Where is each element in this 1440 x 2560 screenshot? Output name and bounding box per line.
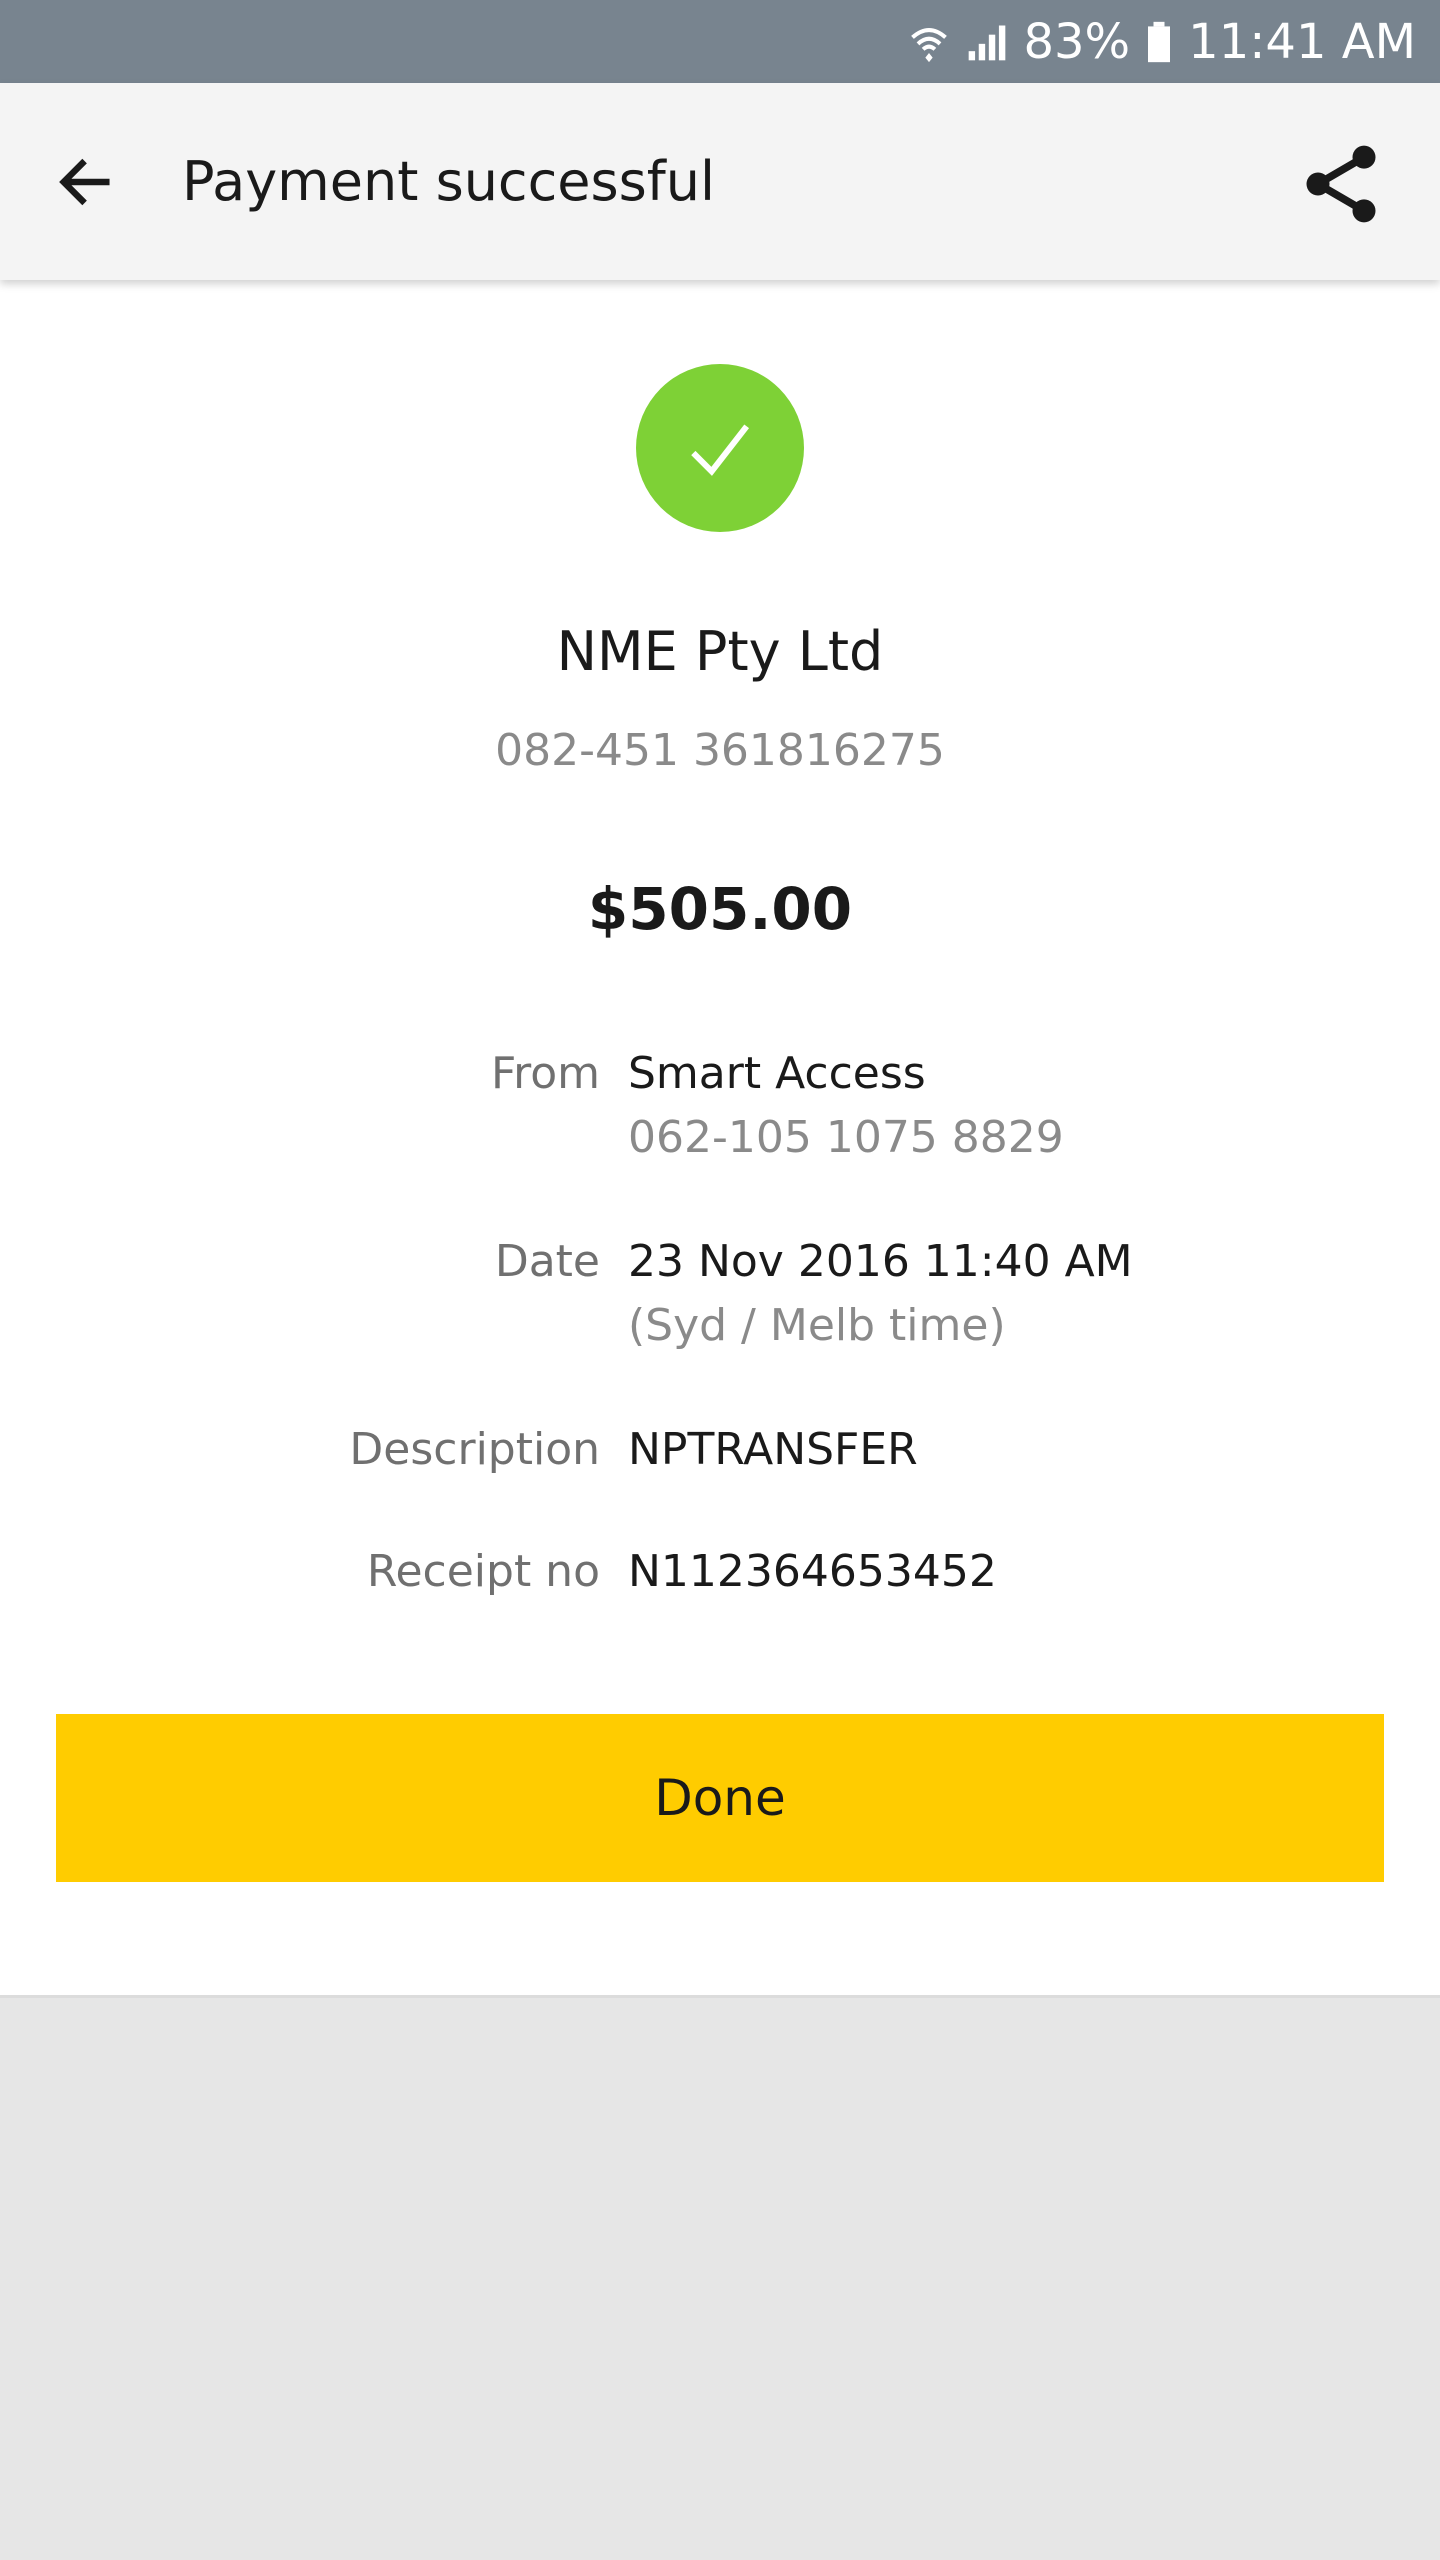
status-bar: 83% 11:41 AM xyxy=(0,0,1440,83)
share-button[interactable] xyxy=(1286,129,1396,239)
from-account-number: 062-105 1075 8829 xyxy=(628,1112,1064,1163)
share-icon xyxy=(1306,145,1376,223)
status-time: 11:41 AM xyxy=(1188,13,1416,70)
battery-percent: 83% xyxy=(1023,13,1131,70)
payee-name: NME Pty Ltd xyxy=(556,620,884,683)
page-title: Payment successful xyxy=(182,150,716,213)
app-bar: Payment successful xyxy=(0,83,1440,280)
from-account-name: Smart Access xyxy=(628,1048,926,1099)
status-indicators: 83% 11:41 AM xyxy=(907,0,1416,83)
receipt-label: Receipt no xyxy=(366,1546,600,1597)
date-value: 23 Nov 2016 11:40 AM xyxy=(628,1236,1133,1287)
back-button[interactable] xyxy=(40,137,130,227)
from-label: From xyxy=(490,1048,600,1099)
signal-icon xyxy=(965,20,1009,64)
date-timezone: (Syd / Melb time) xyxy=(628,1300,1006,1351)
payment-amount: $505.00 xyxy=(587,875,853,943)
arrow-left-icon xyxy=(59,158,110,206)
check-circle-icon xyxy=(636,364,804,532)
payee-account-number: 082-451 361816275 xyxy=(495,725,945,776)
description-label: Description xyxy=(349,1424,600,1475)
date-label: Date xyxy=(494,1236,600,1287)
battery-icon xyxy=(1144,20,1174,64)
description-value: NPTRANSFER xyxy=(628,1424,918,1475)
receipt-number: N112364653452 xyxy=(628,1546,997,1597)
done-button[interactable]: Done xyxy=(56,1714,1384,1882)
payment-receipt-card: NME Pty Ltd 082-451 361816275 $505.00 Fr… xyxy=(0,280,1440,1998)
wifi-icon xyxy=(907,20,951,64)
